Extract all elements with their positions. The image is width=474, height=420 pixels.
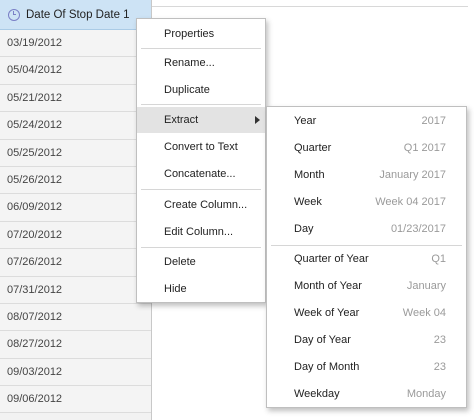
menu-item-edit-column[interactable]: Edit Column... xyxy=(137,219,265,245)
column-header-label: Date Of Stop Date 1 xyxy=(26,8,130,21)
menu-item-rename[interactable]: Rename... xyxy=(137,50,265,76)
submenu-item-preview: Monday xyxy=(406,388,446,400)
submenu-item-preview: 2017 xyxy=(421,115,446,127)
date-column[interactable]: Date Of Stop Date 1 03/19/2012 05/04/201… xyxy=(0,0,152,420)
table-row[interactable]: 09/06/2012 xyxy=(0,386,151,414)
submenu-item-preview: 01/23/2017 xyxy=(390,223,446,235)
submenu-item-preview: Q1 xyxy=(431,253,446,265)
submenu-item-label: Quarter xyxy=(294,142,332,154)
submenu-item-label: Day xyxy=(294,223,314,235)
submenu-item-label: Quarter of Year xyxy=(294,253,369,265)
submenu-item-label: Week xyxy=(294,196,322,208)
submenu-item-label: Year xyxy=(294,115,317,127)
submenu-item-preview: Week 04 xyxy=(402,307,446,319)
menu-item-properties[interactable]: Properties xyxy=(137,21,265,47)
menu-item-hide[interactable]: Hide xyxy=(137,276,265,302)
submenu-item-preview: 23 xyxy=(433,361,446,373)
menu-separator xyxy=(141,247,261,248)
submenu-item-label: Month of Year xyxy=(294,280,362,292)
table-row[interactable]: 08/07/2012 xyxy=(0,303,151,332)
submenu-item-label: Month xyxy=(294,169,325,181)
submenu-arrow-icon xyxy=(255,116,260,124)
submenu-item-month-of-year[interactable]: Month of Year January xyxy=(267,273,466,300)
table-row[interactable]: 09/03/2012 xyxy=(0,358,151,387)
submenu-item-day[interactable]: Day 01/23/2017 xyxy=(267,216,466,243)
column-rows: 03/19/2012 05/04/2012 05/21/2012 05/24/2… xyxy=(0,30,151,414)
table-row[interactable]: 05/25/2012 xyxy=(0,139,151,167)
menu-item-extract[interactable]: Extract xyxy=(137,107,265,133)
clock-icon xyxy=(8,8,20,21)
table-row[interactable]: 06/09/2012 xyxy=(0,194,151,222)
submenu-item-quarter-of-year[interactable]: Quarter of Year Q1 xyxy=(267,246,466,273)
submenu-item-year[interactable]: Year 2017 xyxy=(267,108,466,135)
submenu-item-week[interactable]: Week Week 04 2017 xyxy=(267,189,466,216)
menu-item-duplicate[interactable]: Duplicate xyxy=(137,77,265,103)
table-row[interactable]: 05/24/2012 xyxy=(0,112,151,140)
submenu-item-week-of-year[interactable]: Week of Year Week 04 xyxy=(267,300,466,327)
submenu-item-preview: Q1 2017 xyxy=(403,142,446,154)
menu-item-extract-label: Extract xyxy=(164,114,199,126)
extract-submenu: Year 2017 Quarter Q1 2017 Month January … xyxy=(266,106,467,408)
submenu-item-quarter[interactable]: Quarter Q1 2017 xyxy=(267,135,466,162)
table-row[interactable]: 07/31/2012 xyxy=(0,276,151,304)
submenu-item-label: Day of Month xyxy=(294,361,360,373)
submenu-item-day-of-year[interactable]: Day of Year 23 xyxy=(267,327,466,354)
table-row[interactable]: 05/21/2012 xyxy=(0,84,151,113)
table-row[interactable]: 05/04/2012 xyxy=(0,57,151,85)
submenu-item-preview: January xyxy=(406,280,446,292)
submenu-item-label: Weekday xyxy=(294,388,340,400)
submenu-item-weekday[interactable]: Weekday Monday xyxy=(267,381,466,408)
submenu-item-preview: 23 xyxy=(433,334,446,346)
table-row[interactable]: 03/19/2012 xyxy=(0,30,151,58)
table-row[interactable]: 08/27/2012 xyxy=(0,331,151,359)
divider xyxy=(152,6,468,7)
submenu-item-label: Week of Year xyxy=(294,307,360,319)
menu-separator xyxy=(141,48,261,49)
column-header[interactable]: Date Of Stop Date 1 xyxy=(0,0,151,30)
menu-item-concatenate[interactable]: Concatenate... xyxy=(137,161,265,187)
submenu-item-day-of-month[interactable]: Day of Month 23 xyxy=(267,354,466,381)
menu-item-create-column[interactable]: Create Column... xyxy=(137,192,265,218)
submenu-item-month[interactable]: Month January 2017 xyxy=(267,162,466,189)
submenu-item-preview: January 2017 xyxy=(379,169,446,181)
submenu-item-preview: Week 04 2017 xyxy=(375,196,446,208)
context-menu: Properties Rename... Duplicate Extract C… xyxy=(136,18,266,303)
submenu-item-label: Day of Year xyxy=(294,334,351,346)
menu-separator xyxy=(141,189,261,190)
menu-item-delete[interactable]: Delete xyxy=(137,249,265,275)
table-row[interactable]: 07/26/2012 xyxy=(0,249,151,277)
table-row[interactable]: 07/20/2012 xyxy=(0,221,151,250)
menu-item-convert-to-text[interactable]: Convert to Text xyxy=(137,134,265,160)
table-row[interactable]: 05/26/2012 xyxy=(0,166,151,195)
menu-separator xyxy=(141,104,261,105)
